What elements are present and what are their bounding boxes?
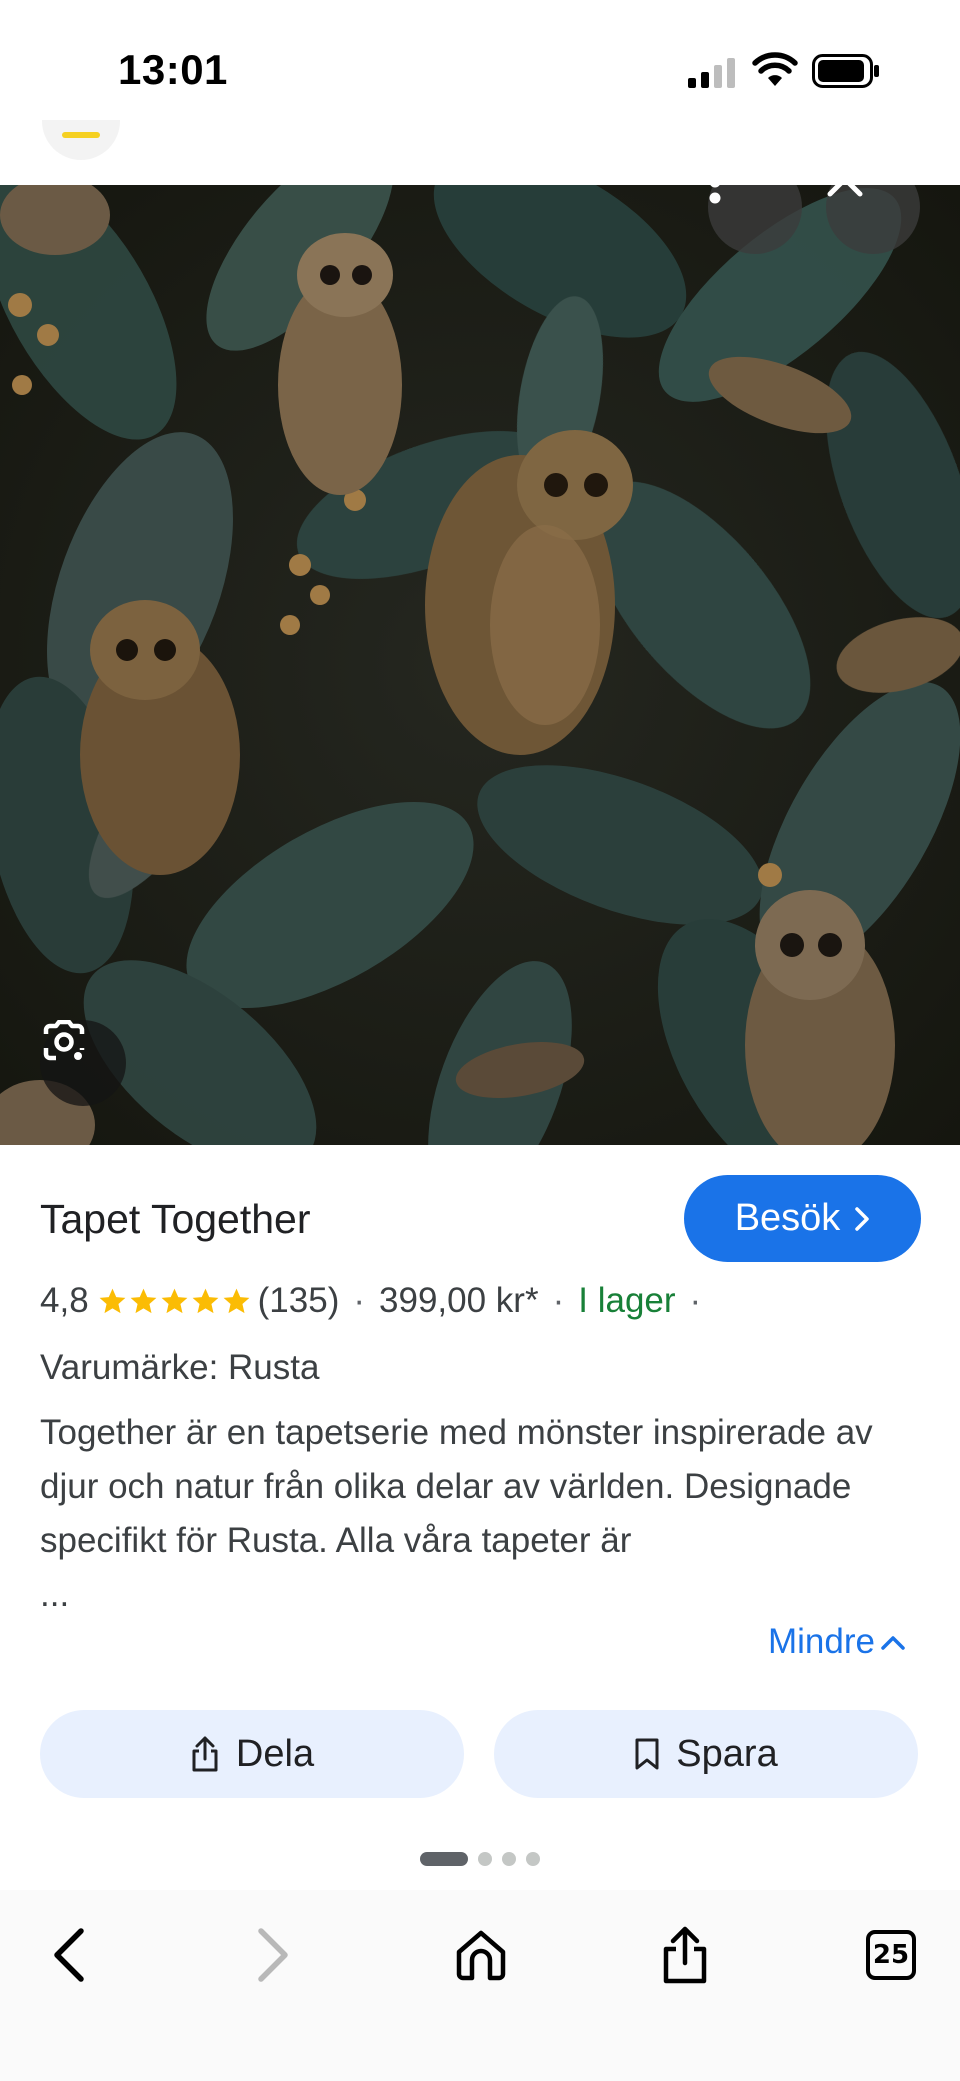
- google-avatar-peek[interactable]: [42, 120, 120, 160]
- share-label: Dela: [235, 1732, 315, 1775]
- save-label: Spara: [676, 1732, 778, 1775]
- rating-value: 4,8: [40, 1281, 89, 1320]
- chevron-right-icon: [855, 1206, 870, 1231]
- product-title: Tapet Together: [40, 1196, 311, 1242]
- product-description: Together är en tapetserie med mönster in…: [40, 1406, 920, 1622]
- tab-count: 25: [872, 1940, 910, 1970]
- separator-dot: ·: [689, 1281, 702, 1320]
- status-time: 13:01: [118, 46, 228, 93]
- browser-share-button[interactable]: [640, 1910, 730, 2000]
- page-indicator: [420, 1852, 540, 1866]
- close-icon: [827, 185, 863, 197]
- page-dot: [478, 1852, 492, 1866]
- forward-button[interactable]: [228, 1910, 318, 2000]
- separator-dot: ·: [552, 1281, 565, 1320]
- rating-stars: [97, 1286, 252, 1317]
- page-dot: [526, 1852, 540, 1866]
- visit-label: Besök: [734, 1197, 841, 1239]
- home-icon: [456, 1930, 506, 1981]
- lens-icon: [43, 1020, 85, 1061]
- forward-icon: [258, 1928, 288, 1982]
- visit-button[interactable]: Besök: [684, 1175, 921, 1262]
- chevron-up-icon: [881, 1636, 905, 1650]
- description-ellipsis: ...: [40, 1575, 70, 1614]
- page-dot: [502, 1852, 516, 1866]
- page-dot-active: [420, 1852, 468, 1866]
- bookmark-icon: [635, 1738, 659, 1770]
- share-button[interactable]: Dela: [40, 1710, 464, 1798]
- home-button[interactable]: [436, 1910, 526, 2000]
- more-vert-icon: [709, 185, 721, 204]
- tabs-button[interactable]: 25: [846, 1910, 936, 2000]
- google-lens-button[interactable]: [40, 1020, 126, 1106]
- share-icon: [192, 1736, 218, 1772]
- brand-text: Varumärke: Rusta: [40, 1348, 320, 1387]
- wifi-icon: [752, 52, 798, 86]
- back-button[interactable]: [24, 1910, 114, 2000]
- star-icon: [192, 1288, 219, 1313]
- show-less-link[interactable]: Mindre: [768, 1622, 907, 1662]
- review-count[interactable]: (135): [258, 1281, 340, 1321]
- show-less-label: Mindre: [768, 1622, 875, 1661]
- star-icon: [130, 1288, 157, 1313]
- cellular-signal-icon: [688, 58, 735, 88]
- star-icon: [99, 1288, 126, 1313]
- status-bar: 13:01: [0, 0, 960, 140]
- description-text: Together är en tapetserie med mönster in…: [40, 1413, 873, 1560]
- price: 399,00 kr*: [379, 1281, 539, 1320]
- browser-share-icon: [663, 1926, 707, 1984]
- back-icon: [54, 1928, 84, 1982]
- product-image[interactable]: [0, 185, 960, 1145]
- separator-dot: ·: [353, 1281, 366, 1320]
- availability: I lager: [578, 1281, 676, 1320]
- rating-price-row: 4,8 (135) · 399,00 kr* · I lager ·: [40, 1276, 715, 1326]
- battery-icon: [812, 54, 879, 88]
- save-button[interactable]: Spara: [494, 1710, 918, 1798]
- star-icon: [223, 1288, 250, 1313]
- tabs-icon: 25: [866, 1930, 916, 1980]
- star-icon: [161, 1288, 188, 1313]
- owl-wallpaper-image: [0, 185, 960, 1145]
